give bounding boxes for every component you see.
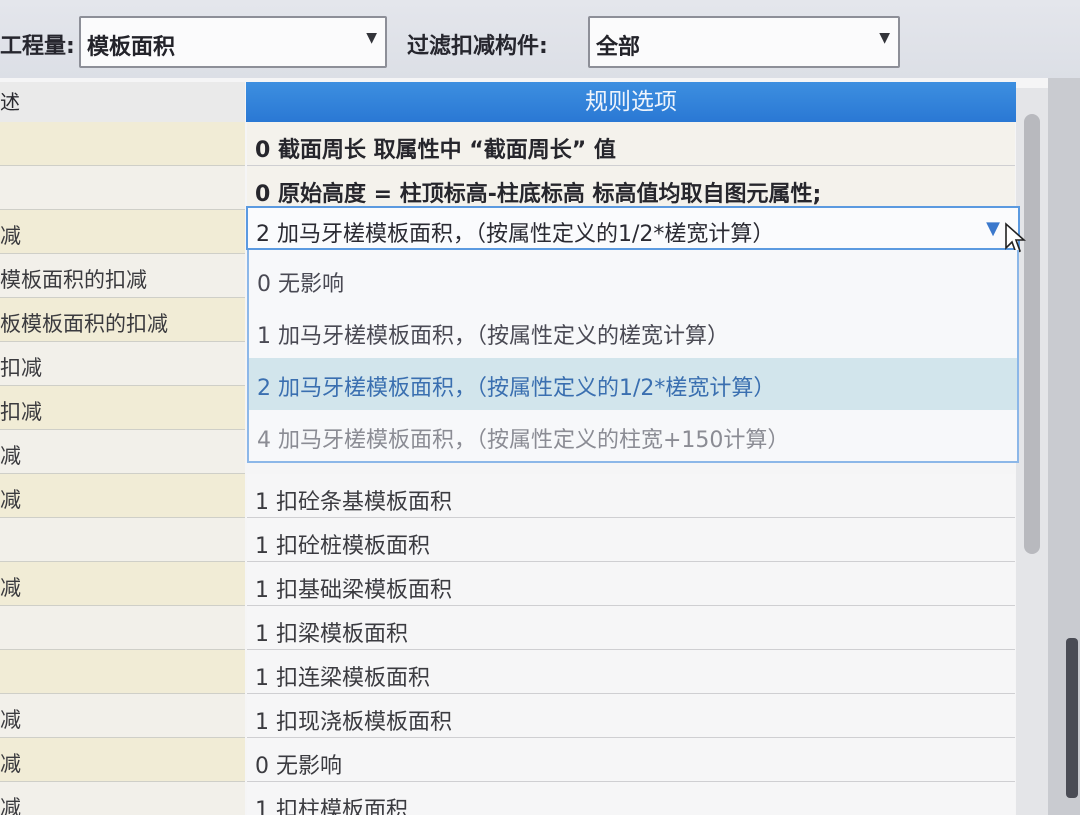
description-row[interactable]: 减 [0,210,245,254]
description-row[interactable]: 减 [0,562,245,606]
description-row[interactable]: 减 [0,782,245,815]
description-row-label: 模板面积的扣减 [0,268,147,292]
scrollbar-thumb[interactable] [1024,114,1040,554]
description-row[interactable]: 模板面积的扣减 [0,254,245,298]
description-row-label: 减 [0,708,21,732]
filter-select[interactable]: 全部 ▼ [588,16,900,68]
chevron-down-icon[interactable]: ▼ [879,30,890,46]
rule-option-dropdown-list: 0 无影响 1 加马牙槎模板面积，（按属性定义的槎宽计算） 2 加马牙槎模板面积，（… [247,250,1019,463]
chevron-down-icon[interactable]: ▼ [366,30,377,46]
window-edge [1048,78,1080,815]
rule-option-cell[interactable]: 0 无影响 [247,738,1015,782]
rule-option-text: 1 扣砼条基模板面积 [255,490,452,515]
rule-option-cell[interactable]: 1 扣基础梁模板面积 [247,562,1015,606]
rule-option-text: 1 扣基础梁模板面积 [255,578,452,603]
rule-option-cell[interactable]: 0 截面周长 取属性中 “截面周长” 值 [247,122,1015,166]
description-row[interactable] [0,122,245,166]
rule-option-text: 1 扣柱模板面积 [255,798,408,815]
description-row[interactable]: 减 [0,738,245,782]
rule-option-text: 0 无影响 [255,754,342,779]
description-row[interactable] [0,166,245,210]
quantity-label: 工程量: [0,34,75,59]
description-row-label: 减 [0,796,21,815]
description-row[interactable]: 减 [0,430,245,474]
triangle-down-icon[interactable]: ▼ [986,218,1000,239]
edge-bar [1066,638,1078,798]
rule-option-cell[interactable]: 1 扣现浇板模板面积 [247,694,1015,738]
dropdown-option[interactable]: 4 加马牙槎模板面积，（按属性定义的柱宽+150计算） [249,410,1017,462]
description-row-label: 板模板面积的扣减 [0,312,168,336]
quantity-select[interactable]: 模板面积 ▼ [79,16,387,68]
rule-option-text: 0 截面周长 取属性中 “截面周长” 值 [255,138,616,163]
dropdown-option-label: 1 加马牙槎模板面积，（按属性定义的槎宽计算） [257,324,729,349]
dropdown-option[interactable]: 0 无影响 [249,254,1017,306]
toolbar: 工程量: 模板面积 ▼ 过滤扣减构件: 全部 ▼ [0,0,1080,78]
rule-option-text: 0 原始高度 = 柱顶标高-柱底标高 标高值均取自图元属性; [255,182,822,207]
rule-option-text: 1 扣梁模板面积 [255,622,408,647]
description-row[interactable] [0,606,245,650]
dropdown-option-label: 0 无影响 [257,272,344,297]
rule-option-text: 1 扣连梁模板面积 [255,666,430,691]
quantity-select-value: 模板面积 [87,35,176,60]
rule-option-cell[interactable]: 1 扣砼桩模板面积 [247,518,1015,562]
rule-option-cell[interactable]: 0 原始高度 = 柱顶标高-柱底标高 标高值均取自图元属性; [247,166,1015,210]
description-row-label: 减 [0,576,21,600]
description-row[interactable]: 板模板面积的扣减 [0,298,245,342]
rule-option-cell[interactable]: 1 扣柱模板面积 [247,782,1015,815]
description-column: 减模板面积的扣减 板模板面积的扣减 扣减 扣减减减减减减减 [0,78,245,815]
rule-option-select[interactable]: 2 加马牙槎模板面积，（按属性定义的1/2*槎宽计算） ▼ [246,206,1020,250]
description-row[interactable] [0,650,245,694]
rule-option-cell[interactable]: 1 扣连梁模板面积 [247,650,1015,694]
rule-options-column-header: 规则选项 [246,82,1016,122]
description-row[interactable]: 减 [0,474,245,518]
rule-option-text: 1 扣砼桩模板面积 [255,534,430,559]
dropdown-option[interactable]: 2 加马牙槎模板面积，（按属性定义的1/2*槎宽计算） [249,358,1017,410]
description-row[interactable]: 减 [0,694,245,738]
vertical-scrollbar[interactable] [1016,88,1048,815]
description-row-label: 减 [0,488,21,512]
rule-option-cell[interactable]: 1 扣梁模板面积 [247,606,1015,650]
rule-option-cell[interactable]: 1 扣砼条基模板面积 [247,474,1015,518]
filter-select-value: 全部 [596,35,641,60]
description-row[interactable] [0,518,245,562]
dropdown-option-label: 2 加马牙槎模板面积，（按属性定义的1/2*槎宽计算） [257,376,776,401]
filter-label: 过滤扣减构件: [407,34,548,59]
dropdown-option-label: 4 加马牙槎模板面积，（按属性定义的柱宽+150计算） [257,428,790,453]
description-row-label: 扣减 [0,400,42,424]
description-row[interactable]: 扣减 [0,386,245,430]
description-row-label: 扣减 [0,356,42,380]
description-row-label: 减 [0,752,21,776]
rule-option-text: 1 扣现浇板模板面积 [255,710,452,735]
rule-option-select-value: 2 加马牙槎模板面积，（按属性定义的1/2*槎宽计算） [256,222,775,247]
description-row-label: 减 [0,224,21,248]
description-row[interactable]: 扣减 [0,342,245,386]
dropdown-option[interactable]: 1 加马牙槎模板面积，（按属性定义的槎宽计算） [249,306,1017,358]
description-row-label: 减 [0,444,21,468]
